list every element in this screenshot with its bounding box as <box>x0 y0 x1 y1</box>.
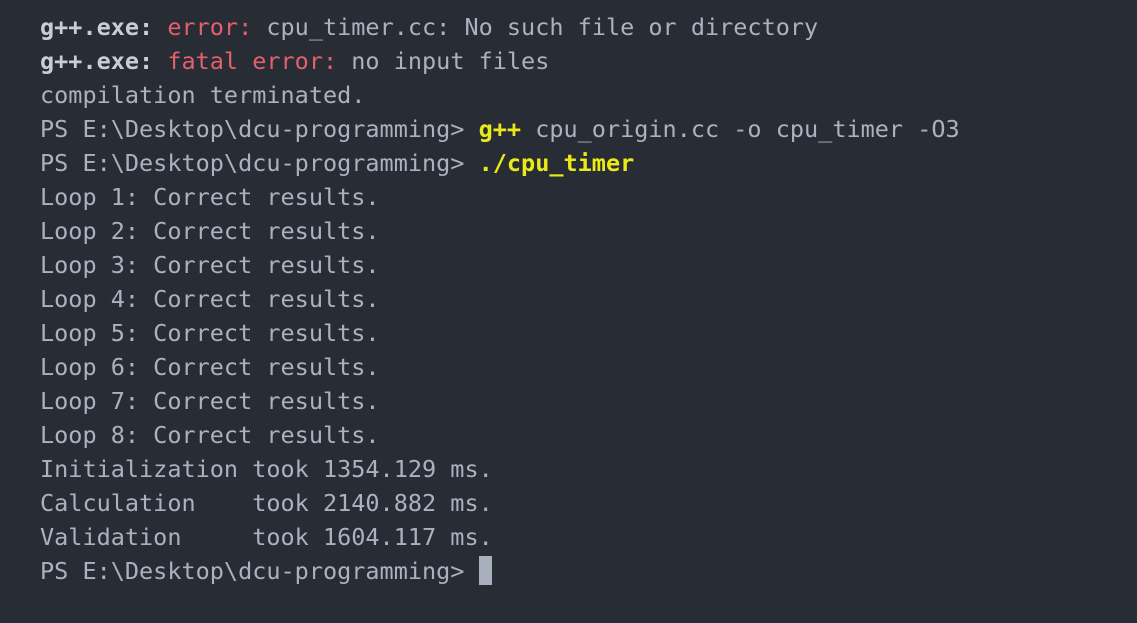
prompt-compile-command: PS E:\Desktop\dcu-programming> g++ cpu_o… <box>40 112 1137 146</box>
compilation-terminated: compilation terminated. <box>40 78 1137 112</box>
loop-result-7: Loop 7: Correct results. <box>40 384 1137 418</box>
loop-result-2: Loop 2: Correct results. <box>40 214 1137 248</box>
text-segment-default: Loop 7: Correct results. <box>40 387 380 415</box>
loop-result-8: Loop 8: Correct results. <box>40 418 1137 452</box>
text-segment-bright: g++.exe: <box>40 47 168 75</box>
text-segment-yellow: ./cpu_timer <box>478 149 635 177</box>
text-segment-default: cpu_timer.cc: No such file or directory <box>266 13 819 41</box>
text-segment-default: Calculation took 2140.882 ms. <box>40 489 493 517</box>
timing-calculation: Calculation took 2140.882 ms. <box>40 486 1137 520</box>
text-segment-default: Loop 4: Correct results. <box>40 285 380 313</box>
gcc-error-no-such-file: g++.exe: error: cpu_timer.cc: No such fi… <box>40 10 1137 44</box>
text-segment-red: error: <box>167 13 267 41</box>
text-segment-yellow: g++ <box>478 115 522 143</box>
text-segment-bright: g++.exe: <box>40 13 168 41</box>
text-segment-default: Loop 8: Correct results. <box>40 421 380 449</box>
prompt-active: PS E:\Desktop\dcu-programming> <box>40 554 1137 588</box>
text-segment-default: Initialization took 1354.129 ms. <box>40 455 493 483</box>
loop-result-3: Loop 3: Correct results. <box>40 248 1137 282</box>
text-segment-red: fatal error: <box>167 47 352 75</box>
text-segment-default: PS E:\Desktop\dcu-programming> <box>40 557 479 585</box>
text-segment-default: Loop 5: Correct results. <box>40 319 380 347</box>
text-segment-default: Loop 2: Correct results. <box>40 217 380 245</box>
text-segment-default: compilation terminated. <box>40 81 366 109</box>
prompt-run-command: PS E:\Desktop\dcu-programming> ./cpu_tim… <box>40 146 1137 180</box>
loop-result-6: Loop 6: Correct results. <box>40 350 1137 384</box>
timing-validation: Validation took 1604.117 ms. <box>40 520 1137 554</box>
text-segment-default: Loop 1: Correct results. <box>40 183 380 211</box>
gcc-fatal-error-no-input-files: g++.exe: fatal error: no input files <box>40 44 1137 78</box>
loop-result-5: Loop 5: Correct results. <box>40 316 1137 350</box>
text-segment-default: no input files <box>351 47 550 75</box>
text-segment-default: PS E:\Desktop\dcu-programming> <box>40 115 479 143</box>
text-segment-default: Validation took 1604.117 ms. <box>40 523 493 551</box>
text-segment-default: Loop 6: Correct results. <box>40 353 380 381</box>
text-segment-default: PS E:\Desktop\dcu-programming> <box>40 149 479 177</box>
loop-result-4: Loop 4: Correct results. <box>40 282 1137 316</box>
timing-initialization: Initialization took 1354.129 ms. <box>40 452 1137 486</box>
loop-result-1: Loop 1: Correct results. <box>40 180 1137 214</box>
terminal-output[interactable]: g++.exe: error: cpu_timer.cc: No such fi… <box>0 0 1137 623</box>
text-segment-default: Loop 3: Correct results. <box>40 251 380 279</box>
text-segment-default: cpu_origin.cc -o cpu_timer -O3 <box>521 115 960 143</box>
text-cursor <box>478 556 492 585</box>
